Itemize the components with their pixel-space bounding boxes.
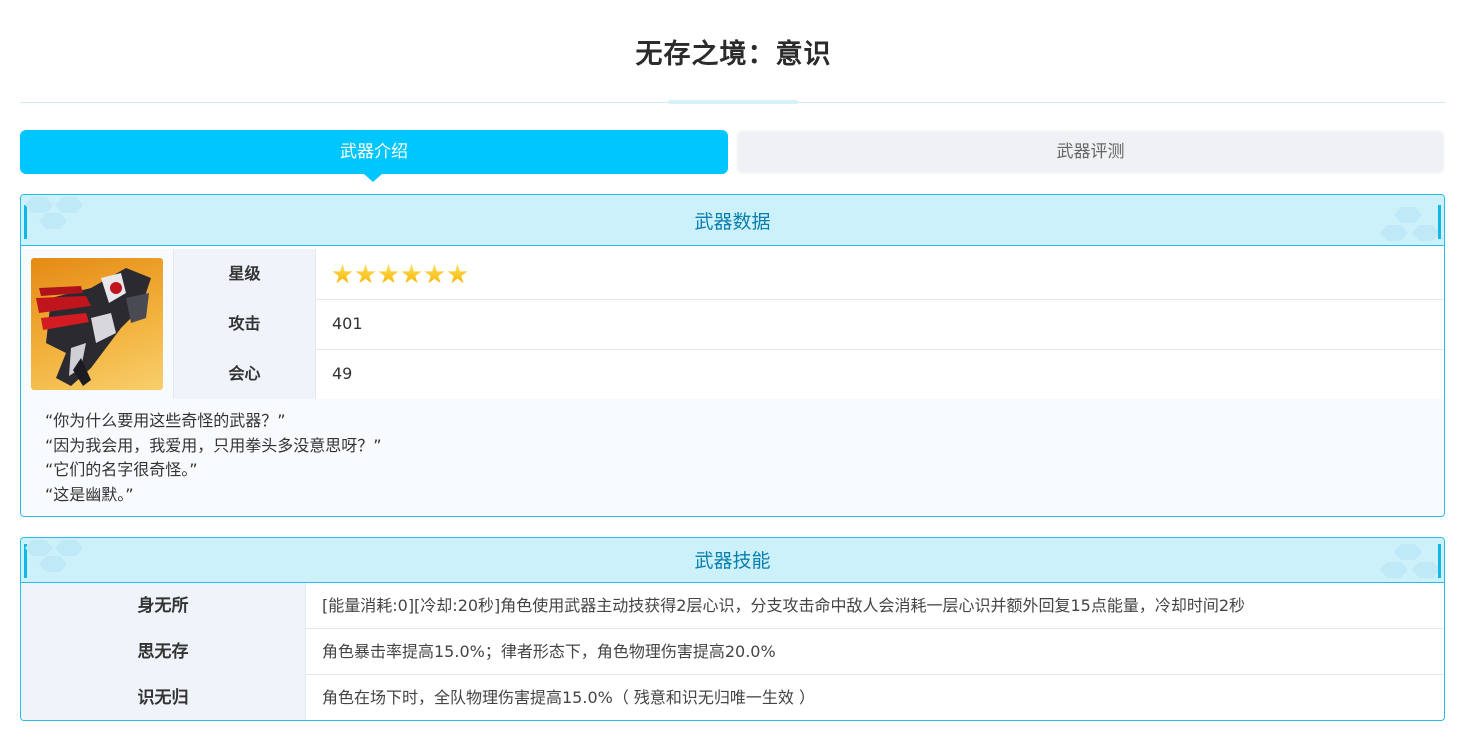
skill-description: 角色在场下时，全队物理伤害提高15.0%（ 残意和识无归唯一生效 ）	[322, 688, 816, 707]
flavor-quote-line: “因为我会用，我爱用，只用拳头多没意思呀？”	[45, 436, 382, 455]
stat-label-attack: 攻击	[174, 299, 316, 349]
header-edge-right	[1438, 544, 1441, 578]
header-edge-left	[24, 205, 27, 239]
weapon-skills-title: 武器技能	[694, 550, 771, 572]
skill-description: [能量消耗:0][冷却:20秒]角色使用武器主动技获得2层心识，分支攻击命中敌人…	[322, 596, 1246, 615]
skill-row: 思无存 角色暴击率提高15.0%；律者形态下，角色物理伤害提高20.0%	[21, 629, 1444, 675]
skill-row: 识无归 角色在场下时，全队物理伤害提高15.0%（ 残意和识无归唯一生效 ）	[21, 675, 1444, 720]
gauntlet-weapon-icon	[31, 258, 163, 390]
rarity-stars	[332, 249, 470, 299]
divider-ornament	[668, 100, 798, 104]
hex-decoration	[1394, 207, 1422, 223]
hex-decoration	[1412, 562, 1440, 578]
weapon-stats-area: 星级 攻击 401 会心 49	[21, 249, 1444, 399]
flavor-quote-line: “它们的名字很奇怪。”	[45, 460, 198, 479]
weapon-data-title: 武器数据	[694, 211, 771, 233]
hex-decoration	[39, 213, 67, 229]
hex-decoration	[25, 197, 53, 213]
skill-description: 角色暴击率提高15.0%；律者形态下，角色物理伤害提高20.0%	[322, 642, 776, 661]
weapon-flavor-text: “你为什么要用这些奇怪的武器？” “因为我会用，我爱用，只用拳头多没意思呀？” …	[21, 399, 1444, 516]
hex-decoration	[1380, 225, 1408, 241]
flavor-quote-line: “你为什么要用这些奇怪的武器？”	[45, 411, 286, 430]
star-icon	[355, 264, 376, 284]
active-tab-pointer	[364, 174, 382, 182]
stat-label-crit: 会心	[174, 349, 316, 399]
stat-row-attack: 攻击 401	[174, 299, 1444, 350]
weapon-data-panel: 武器数据 星级 攻击 401 会心 49 “你为什么要用这些奇怪的武器？” “因…	[20, 194, 1445, 517]
weapon-image-cell	[21, 249, 174, 399]
page-title: 无存之境：意识	[635, 39, 832, 70]
stat-value-crit: 49	[332, 364, 353, 383]
weapon-skills-panel: 武器技能 身无所 [能量消耗:0][冷却:20秒]角色使用武器主动技获得2层心识…	[20, 537, 1445, 721]
skill-row: 身无所 [能量消耗:0][冷却:20秒]角色使用武器主动技获得2层心识，分支攻击…	[21, 583, 1444, 629]
hex-decoration	[1412, 225, 1440, 241]
skill-name: 识无归	[21, 675, 306, 720]
hex-decoration	[39, 556, 67, 572]
hex-decoration	[1380, 562, 1408, 578]
star-icon	[424, 264, 445, 284]
skill-name: 思无存	[21, 629, 306, 675]
weapon-skills-header: 武器技能	[21, 538, 1444, 583]
tab-weapon-review[interactable]: 武器评测	[736, 130, 1445, 174]
star-icon	[401, 264, 422, 284]
tab-weapon-intro-label: 武器介绍	[340, 142, 408, 162]
hex-decoration	[1394, 544, 1422, 560]
page: 无存之境：意识 武器介绍 武器评测 武器数据 星级 攻击 401 会心 49 “…	[0, 0, 1467, 740]
hex-decoration	[25, 540, 53, 556]
flavor-quote-line: “这是幽默。”	[45, 485, 134, 504]
star-icon	[447, 264, 468, 284]
hex-decoration	[55, 540, 83, 556]
star-icon	[378, 264, 399, 284]
stat-label-rarity: 星级	[174, 249, 316, 299]
weapon-data-header: 武器数据	[21, 195, 1444, 246]
hex-decoration	[55, 197, 83, 213]
stat-value-attack: 401	[332, 314, 363, 333]
tab-bar: 武器介绍 武器评测	[20, 130, 1445, 182]
skill-name: 身无所	[21, 583, 306, 629]
header-edge-right	[1438, 205, 1441, 239]
title-divider	[20, 100, 1445, 104]
stat-row-crit: 会心 49	[174, 349, 1444, 399]
tab-weapon-intro[interactable]: 武器介绍	[20, 130, 728, 182]
tab-weapon-review-label: 武器评测	[1056, 142, 1125, 162]
stat-row-rarity: 星级	[174, 249, 1444, 300]
star-icon	[332, 264, 353, 284]
